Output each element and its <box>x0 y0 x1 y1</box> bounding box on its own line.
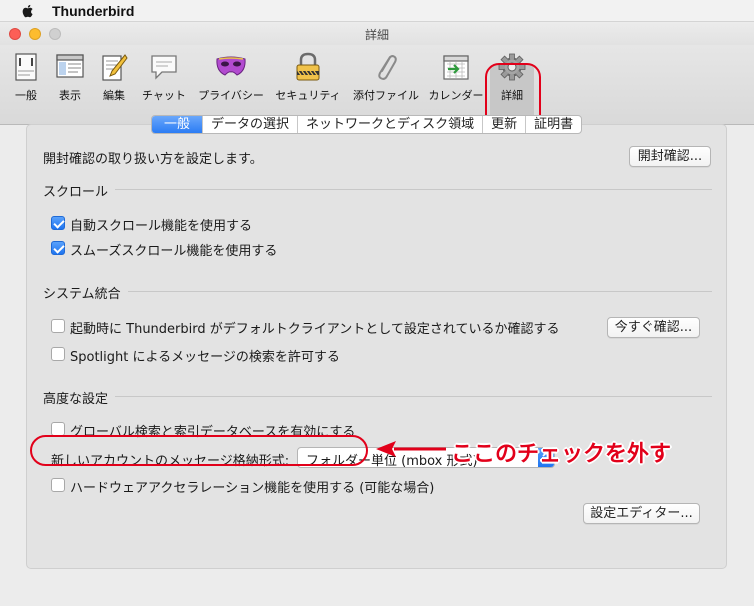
general-icon <box>15 53 37 81</box>
tab-update[interactable]: 更新 <box>482 116 525 133</box>
auto-scroll-label: 自動スクロール機能を使用する <box>70 219 253 234</box>
chat-icon <box>151 55 177 80</box>
toolbar-label-general: 一般 <box>15 89 37 102</box>
advanced-divider <box>115 396 712 397</box>
config-editor-button[interactable]: 設定エディター... <box>583 503 700 524</box>
macos-menu-bar: Thunderbird <box>0 0 754 22</box>
smooth-scroll-checkbox[interactable] <box>51 241 65 255</box>
preferences-window: 詳細 一般 表示 編集 チャット プライバシー セキュリティ 添付ファイル カレ… <box>0 23 754 606</box>
toolbar-label-attachments: 添付ファイル <box>353 89 419 102</box>
toolbar-label-calendar: カレンダー <box>428 89 484 102</box>
toolbar-label-compose: 編集 <box>103 89 125 102</box>
receipts-button[interactable]: 開封確認... <box>629 146 711 167</box>
tab-data-choices[interactable]: データの選択 <box>202 116 297 133</box>
toolbar-item-compose[interactable]: 編集 <box>96 51 132 103</box>
compose-icon <box>102 54 128 81</box>
toolbar-label-privacy: プライバシー <box>198 89 264 102</box>
security-lock-icon <box>296 52 320 81</box>
title-bar[interactable]: 詳細 <box>0 23 754 45</box>
system-divider <box>128 291 712 292</box>
default-client-checkbox[interactable] <box>51 319 65 333</box>
tab-network-disk[interactable]: ネットワークとディスク領域 <box>297 116 482 133</box>
spotlight-label: Spotlight によるメッセージの検索を許可する <box>70 350 340 365</box>
attachment-paperclip-icon <box>378 55 397 80</box>
toolbar-item-chat[interactable]: チャット <box>140 51 188 103</box>
scroll-divider <box>115 189 712 190</box>
spotlight-checkbox[interactable] <box>51 347 65 361</box>
check-now-button[interactable]: 今すぐ確認... <box>607 317 700 338</box>
toolbar-item-attachments[interactable]: 添付ファイル <box>350 51 422 103</box>
settings-tabs: 一般 データの選択 ネットワークとディスク領域 更新 証明書 <box>151 115 583 134</box>
toolbar-item-display[interactable]: 表示 <box>52 51 88 103</box>
advanced-heading: 高度な設定 <box>43 392 109 407</box>
default-client-label: 起動時に Thunderbird がデフォルトクライアントとして設定されているか… <box>70 322 560 337</box>
toolbar-item-general[interactable]: 一般 <box>8 51 44 103</box>
annotation-text: ここのチェックを外す <box>451 442 672 467</box>
smooth-scroll-label: スムーズスクロール機能を使用する <box>70 244 278 259</box>
global-search-checkbox[interactable] <box>51 422 65 436</box>
highlight-ring-global-search <box>30 435 368 466</box>
toolbar-item-privacy[interactable]: プライバシー <box>196 51 266 103</box>
hardware-acceleration-label: ハードウェアアクセラレーション機能を使用する (可能な場合) <box>70 481 435 496</box>
toolbar-item-calendar[interactable]: カレンダー <box>428 51 484 103</box>
preferences-toolbar: 一般 表示 編集 チャット プライバシー セキュリティ 添付ファイル カレンダー… <box>0 45 754 131</box>
window-title: 詳細 <box>364 28 389 42</box>
tab-certificates[interactable]: 証明書 <box>525 116 581 133</box>
calendar-icon <box>443 55 469 80</box>
annotation-arrow-icon <box>376 441 446 457</box>
auto-scroll-checkbox[interactable] <box>51 216 65 230</box>
toolbar-label-security: セキュリティ <box>275 89 341 102</box>
toolbar-label-display: 表示 <box>59 89 81 102</box>
scroll-heading: スクロール <box>43 185 109 200</box>
display-icon <box>56 54 84 78</box>
toolbar-label-chat: チャット <box>142 89 186 102</box>
app-name[interactable]: Thunderbird <box>52 3 134 19</box>
hardware-acceleration-checkbox[interactable] <box>51 478 65 492</box>
apple-logo-icon[interactable] <box>20 3 36 19</box>
receipts-description: 開封確認の取り扱い方を設定します。 <box>43 152 263 167</box>
system-heading: システム統合 <box>43 287 121 302</box>
tab-general[interactable]: 一般 <box>152 116 203 133</box>
toolbar-item-security[interactable]: セキュリティ <box>272 51 344 103</box>
privacy-mask-icon <box>216 56 246 76</box>
